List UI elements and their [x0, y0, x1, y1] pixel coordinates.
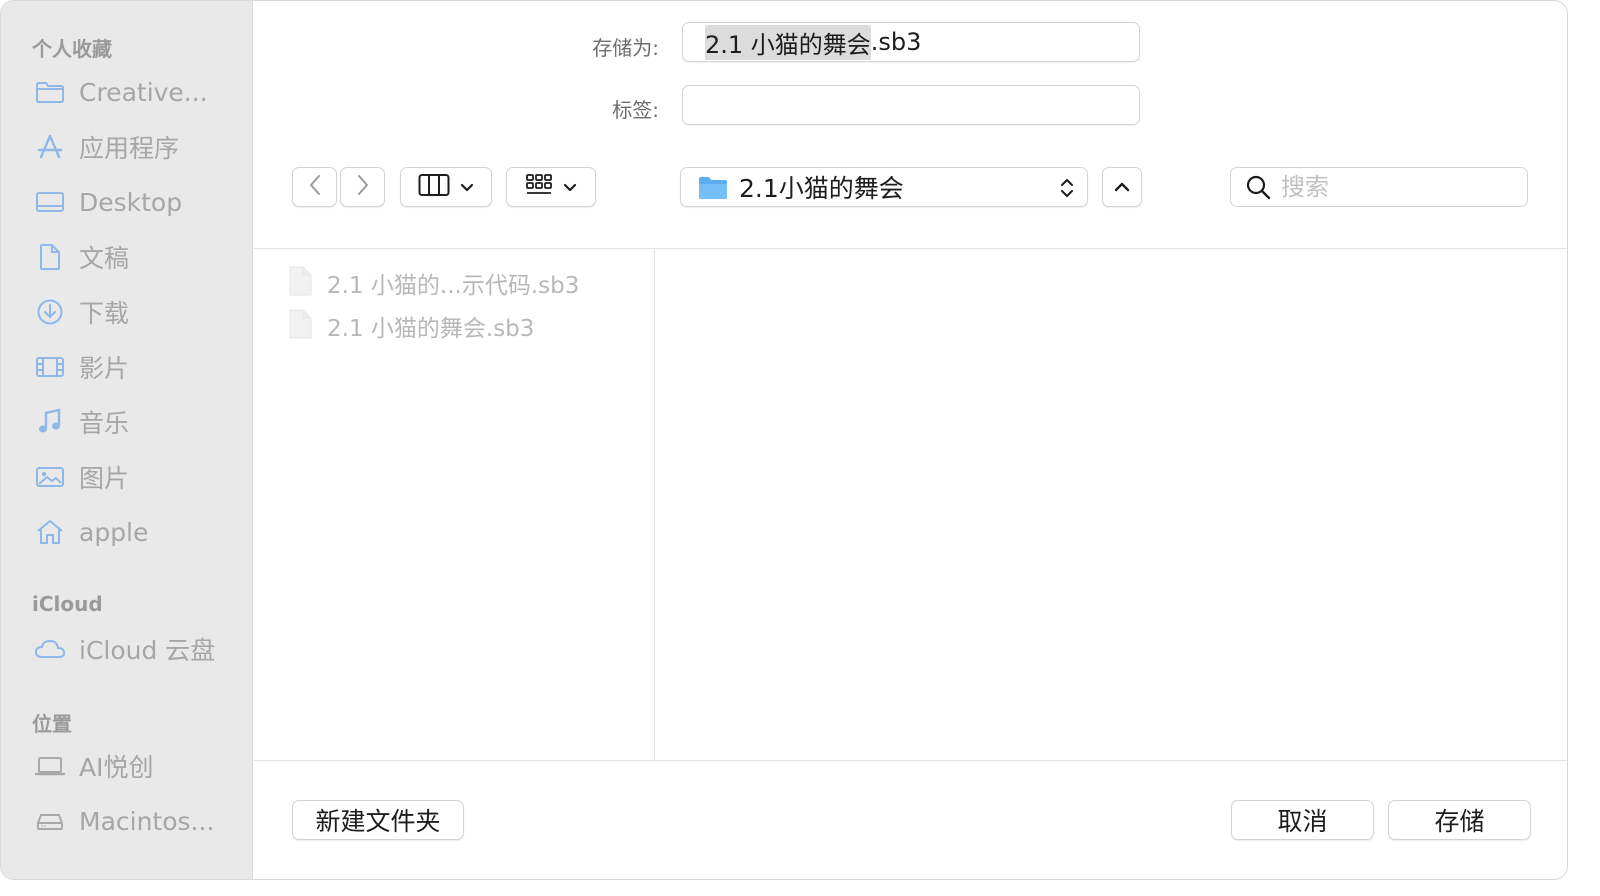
sidebar: 个人收藏 Creative... 应用程序 Desktop 文稿 下载 影片 音…	[1, 1, 253, 879]
browser-bottom-divider	[254, 760, 1567, 761]
sidebar-item-music[interactable]: 音乐	[25, 400, 243, 444]
sidebar-item-applications[interactable]: 应用程序	[25, 125, 243, 169]
sidebar-item-label: 音乐	[79, 409, 130, 438]
sidebar-item-home[interactable]: apple	[25, 510, 243, 554]
sidebar-item-label: Creative...	[79, 77, 208, 107]
sidebar-item-downloads[interactable]: 下载	[25, 290, 243, 334]
chevron-up-down-icon	[1059, 176, 1075, 204]
tags-field[interactable]	[682, 85, 1140, 125]
columns-view-icon	[418, 173, 450, 201]
file-row[interactable]: 2.1 小猫的...示代码.sb3	[287, 266, 579, 300]
sidebar-item-computer[interactable]: AI悦创	[25, 744, 243, 788]
disk-icon	[33, 806, 67, 836]
search-icon	[1245, 174, 1271, 200]
search-input[interactable]	[1281, 173, 1501, 201]
sidebar-item-movies[interactable]: 影片	[25, 345, 243, 389]
forward-button[interactable]	[340, 167, 385, 207]
folder-icon	[33, 77, 67, 107]
sidebar-item-label: 图片	[79, 464, 130, 493]
sidebar-item-label: Macintos...	[79, 806, 215, 836]
chevron-up-icon	[1114, 178, 1130, 197]
sidebar-section-icloud: iCloud	[32, 592, 103, 616]
column-divider	[654, 249, 655, 760]
home-icon	[33, 517, 67, 547]
chevron-right-icon	[356, 174, 370, 200]
sidebar-item-creative[interactable]: Creative...	[25, 70, 243, 114]
back-button[interactable]	[292, 167, 337, 207]
sidebar-section-locations: 位置	[32, 712, 72, 736]
applications-icon	[33, 132, 67, 162]
download-icon	[33, 297, 67, 327]
sidebar-item-macintosh-hd[interactable]: Macintos...	[25, 799, 243, 843]
sidebar-item-label: 文稿	[79, 244, 130, 273]
grid-icon	[525, 173, 553, 201]
save-as-label: 存储为:	[592, 36, 659, 60]
cancel-button[interactable]: 取消	[1231, 800, 1374, 840]
music-icon	[33, 407, 67, 437]
laptop-icon	[33, 751, 67, 781]
save-button[interactable]: 存储	[1388, 800, 1531, 840]
sidebar-item-icloud-drive[interactable]: iCloud 云盘	[25, 627, 243, 671]
save-dialog: 个人收藏 Creative... 应用程序 Desktop 文稿 下载 影片 音…	[0, 0, 1568, 880]
location-popup[interactable]: 2.1小猫的舞会	[680, 167, 1088, 207]
sidebar-section-favorites: 个人收藏	[32, 37, 112, 61]
file-name: 2.1 小猫的舞会.sb3	[327, 316, 535, 342]
chevron-down-icon	[460, 178, 474, 197]
sidebar-item-pictures[interactable]: 图片	[25, 455, 243, 499]
sidebar-item-label: 应用程序	[79, 134, 180, 163]
group-button[interactable]	[506, 167, 596, 207]
save-as-extension: .sb3	[870, 28, 922, 56]
cloud-icon	[33, 634, 67, 664]
folder-icon	[697, 173, 729, 201]
document-icon	[33, 242, 67, 272]
view-mode-button[interactable]	[400, 167, 492, 207]
pictures-icon	[33, 462, 67, 492]
browser-top-divider	[254, 248, 1567, 249]
sidebar-item-label: Desktop	[79, 187, 183, 217]
sidebar-item-label: 下载	[79, 299, 130, 328]
sidebar-item-label: iCloud 云盘	[79, 636, 216, 665]
movies-icon	[33, 352, 67, 382]
sidebar-item-label: 影片	[79, 354, 130, 383]
save-as-field[interactable]: 2.1 小猫的舞会 .sb3	[682, 22, 1140, 62]
desktop-icon	[33, 187, 67, 217]
document-icon	[287, 309, 313, 343]
new-folder-button[interactable]: 新建文件夹	[292, 800, 464, 840]
expand-collapse-button[interactable]	[1102, 167, 1142, 207]
chevron-left-icon	[308, 174, 322, 200]
location-label: 2.1小猫的舞会	[739, 174, 904, 203]
search-field[interactable]	[1230, 167, 1528, 207]
sidebar-item-documents[interactable]: 文稿	[25, 235, 243, 279]
save-as-selected-text: 2.1 小猫的舞会	[705, 24, 871, 60]
sidebar-item-label: AI悦创	[79, 753, 154, 782]
sidebar-item-desktop[interactable]: Desktop	[25, 180, 243, 224]
file-row[interactable]: 2.1 小猫的舞会.sb3	[287, 309, 534, 343]
file-name: 2.1 小猫的...示代码.sb3	[327, 273, 580, 299]
tags-label: 标签:	[612, 98, 659, 122]
document-icon	[287, 266, 313, 300]
chevron-down-icon	[563, 178, 577, 197]
sidebar-item-label: apple	[79, 517, 149, 547]
